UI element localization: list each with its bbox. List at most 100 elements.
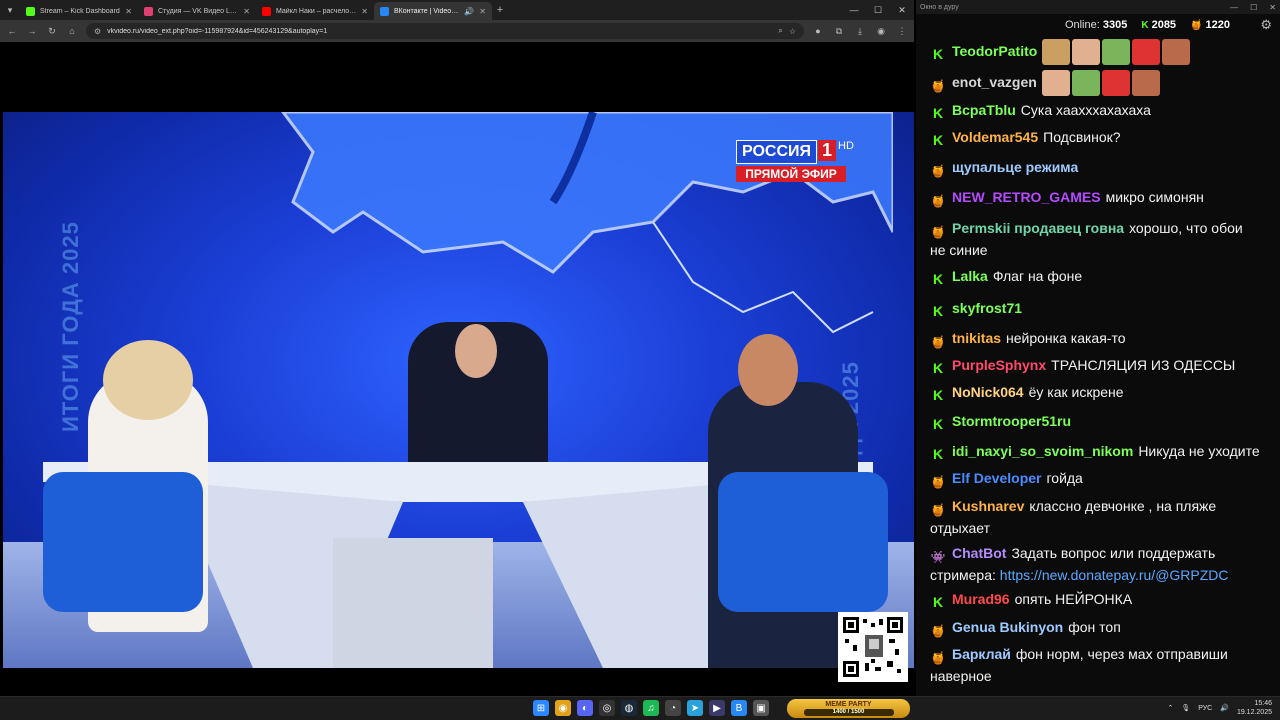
steam-icon[interactable]: ◍ bbox=[621, 700, 637, 716]
close-icon[interactable]: ✕ bbox=[1269, 3, 1276, 12]
kick-badge-icon: K bbox=[932, 416, 944, 432]
url-text[interactable]: vkvideo.ru/video_ext.php?oid=-115987924&… bbox=[107, 28, 772, 35]
forward-icon[interactable]: → bbox=[26, 26, 38, 36]
chat-nickname[interactable]: Lalka bbox=[952, 268, 988, 284]
chat-nickname[interactable]: idi_naxyi_so_svoim_nikom bbox=[952, 443, 1133, 459]
speaker-icon[interactable]: 🔊 bbox=[1220, 704, 1229, 712]
emote-icon bbox=[1131, 70, 1160, 96]
speaker-icon[interactable]: 🔊 bbox=[464, 7, 474, 16]
meme-party-title: MEME PARTY bbox=[825, 701, 872, 708]
chat-nickname[interactable]: Elf Developer bbox=[952, 470, 1041, 486]
spotify-icon[interactable]: ♫ bbox=[643, 700, 659, 716]
window-controls: — ☐ ✕ bbox=[842, 0, 914, 20]
chat-nickname[interactable]: Stormtrooper51ru bbox=[952, 413, 1071, 429]
obs-icon[interactable]: ◎ bbox=[599, 700, 615, 716]
back-icon[interactable]: ← bbox=[6, 26, 18, 36]
new-tab-button[interactable]: + bbox=[492, 4, 508, 16]
taskbar: ⊞ ◉ ◐ ◎ ◍ ♫ ◔ ➤ ▶ В ▣ MEME PARTY 1400 / … bbox=[0, 696, 1280, 720]
chat-nickname[interactable]: PurpleSphynx bbox=[952, 357, 1046, 373]
chat-nickname[interactable]: NoNick064 bbox=[952, 384, 1024, 400]
clock[interactable]: 15:46 19.12.2025 bbox=[1237, 699, 1272, 717]
vk-viewers-count: 1220 bbox=[1205, 19, 1230, 31]
extensions-puzzle-icon[interactable]: ⧉ bbox=[833, 26, 845, 37]
chat-message: 🍯 Kushnarev классно девчонке , на пляже отд… bbox=[916, 496, 1280, 538]
chat-nickname[interactable]: tnikitas bbox=[952, 330, 1001, 346]
maximize-icon[interactable]: ☐ bbox=[866, 0, 890, 20]
chat-link[interactable]: https://new.donatepay.ru/@GRPZDC bbox=[1000, 567, 1229, 583]
settings-gear-icon[interactable]: ⚙ bbox=[1260, 17, 1272, 33]
discord-icon[interactable]: ◐ bbox=[577, 700, 593, 716]
vk-badge-icon: 🍯 bbox=[930, 225, 946, 239]
meme-party-widget[interactable]: MEME PARTY 1400 / 1500 bbox=[787, 699, 910, 718]
emote-icon bbox=[1071, 70, 1100, 96]
close-tab-icon[interactable]: ✕ bbox=[361, 7, 368, 16]
chat-text: Флаг на фоне bbox=[992, 268, 1083, 284]
download-icon[interactable]: ⤓ bbox=[854, 26, 866, 37]
system-tray: ⌃ 🎙 РУС 🔊 15:46 19.12.2025 bbox=[1167, 699, 1272, 717]
chat-nickname[interactable]: Kushnarev bbox=[952, 498, 1024, 514]
chat-nickname[interactable]: ChatBot bbox=[952, 545, 1006, 561]
telegram-icon[interactable]: ➤ bbox=[687, 700, 703, 716]
presenter-left-head bbox=[103, 340, 193, 420]
chat-text: Задать вопрос или поддержать bbox=[1011, 545, 1216, 561]
vk-badge-icon: 🍯 bbox=[930, 651, 946, 665]
tab-vk-studio[interactable]: Студия — VK Видео Live ✕ bbox=[138, 2, 256, 20]
close-icon[interactable]: ✕ bbox=[890, 0, 914, 20]
reload-icon[interactable]: ↻ bbox=[46, 26, 58, 37]
vk-studio-favicon-icon bbox=[144, 6, 153, 16]
media-icon[interactable]: ▶ bbox=[709, 700, 725, 716]
chat-message: K TeodorPatito bbox=[916, 39, 1280, 65]
vk-favicon-icon bbox=[380, 6, 389, 16]
chrome-icon[interactable]: ◉ bbox=[555, 700, 571, 716]
vk-icon[interactable]: В bbox=[731, 700, 747, 716]
app-icon[interactable]: ◔ bbox=[665, 700, 681, 716]
files-icon[interactable]: ▣ bbox=[753, 700, 769, 716]
emote-icon bbox=[1041, 70, 1070, 96]
address-bar[interactable]: ⚙ vkvideo.ru/video_ext.php?oid=-11598792… bbox=[86, 23, 804, 39]
mic-icon[interactable]: 🎙 bbox=[1181, 704, 1190, 712]
chat-window-title: Окно в дуру bbox=[920, 3, 959, 11]
chat-nickname[interactable]: Genua Bukinyon bbox=[952, 619, 1063, 635]
tab-youtube[interactable]: Майкл Наки – расчеловечивание ✕ bbox=[256, 2, 374, 20]
start-icon[interactable]: ⊞ bbox=[533, 700, 549, 716]
close-tab-icon[interactable]: ✕ bbox=[125, 7, 132, 16]
video-player[interactable]: ИТОГИ ГОДА 2025 ИТОГИ ГОДА 2025 bbox=[3, 112, 914, 668]
presenter-right-head bbox=[738, 334, 798, 406]
tab-label: Студия — VK Видео Live bbox=[158, 7, 239, 15]
chat-nickname[interactable]: TeodorPatito bbox=[952, 43, 1037, 59]
maximize-icon[interactable]: ☐ bbox=[1250, 3, 1257, 12]
chat-nickname[interactable]: Permskii продавец говна bbox=[952, 220, 1124, 236]
home-icon[interactable]: ⌂ bbox=[66, 26, 78, 36]
profile-icon[interactable]: ◉ bbox=[875, 26, 887, 37]
close-tab-icon[interactable]: ✕ bbox=[243, 7, 250, 16]
tab-search-icon[interactable]: ▾ bbox=[0, 0, 20, 20]
menu-icon[interactable]: ⋮ bbox=[896, 26, 908, 37]
chat-nickname[interactable]: щупальце режима bbox=[952, 159, 1078, 175]
meme-party-progress: 1400 / 1500 bbox=[803, 709, 894, 716]
bookmark-star-icon[interactable]: ☆ bbox=[789, 27, 796, 36]
tab-kick-dashboard[interactable]: Stream – Kick Dashboard ✕ bbox=[20, 2, 138, 20]
emote-icon bbox=[1162, 39, 1191, 65]
chat-nickname[interactable]: Барклай bbox=[952, 646, 1011, 662]
tray-arrow-icon[interactable]: ⌃ bbox=[1167, 704, 1173, 712]
chat-nickname[interactable]: Murad96 bbox=[952, 591, 1010, 607]
chat-nickname[interactable]: Voldemar545 bbox=[952, 129, 1038, 145]
language-indicator[interactable]: РУС bbox=[1198, 705, 1212, 712]
emote-icon bbox=[1042, 39, 1071, 65]
site-info-icon[interactable]: ⚙ bbox=[94, 27, 101, 36]
chat-nickname[interactable]: enot_vazgen bbox=[952, 74, 1037, 90]
extension-icon[interactable]: ● bbox=[812, 26, 824, 36]
close-tab-icon[interactable]: ✕ bbox=[479, 7, 486, 16]
kick-badge-icon: K bbox=[932, 360, 944, 376]
minimize-icon[interactable]: — bbox=[1230, 3, 1238, 12]
chat-text-continued: отдыхает bbox=[930, 520, 991, 536]
tab-vk-video-ext[interactable]: ВКонтакте | Video Ext 🔊 ✕ bbox=[374, 2, 492, 20]
zoom-icon[interactable]: ⌕ bbox=[778, 26, 782, 36]
vk-badge-icon: 🍯 bbox=[930, 475, 946, 489]
chat-nickname[interactable]: NEW_RETRO_GAMES bbox=[952, 189, 1101, 205]
chat-nickname[interactable]: skyfrost71 bbox=[952, 300, 1022, 316]
chat-nickname[interactable]: BcpaTblu bbox=[952, 102, 1016, 118]
emote-icon bbox=[1132, 39, 1161, 65]
minimize-icon[interactable]: — bbox=[842, 0, 866, 20]
online-stat: Online: 3305 bbox=[1065, 19, 1127, 31]
